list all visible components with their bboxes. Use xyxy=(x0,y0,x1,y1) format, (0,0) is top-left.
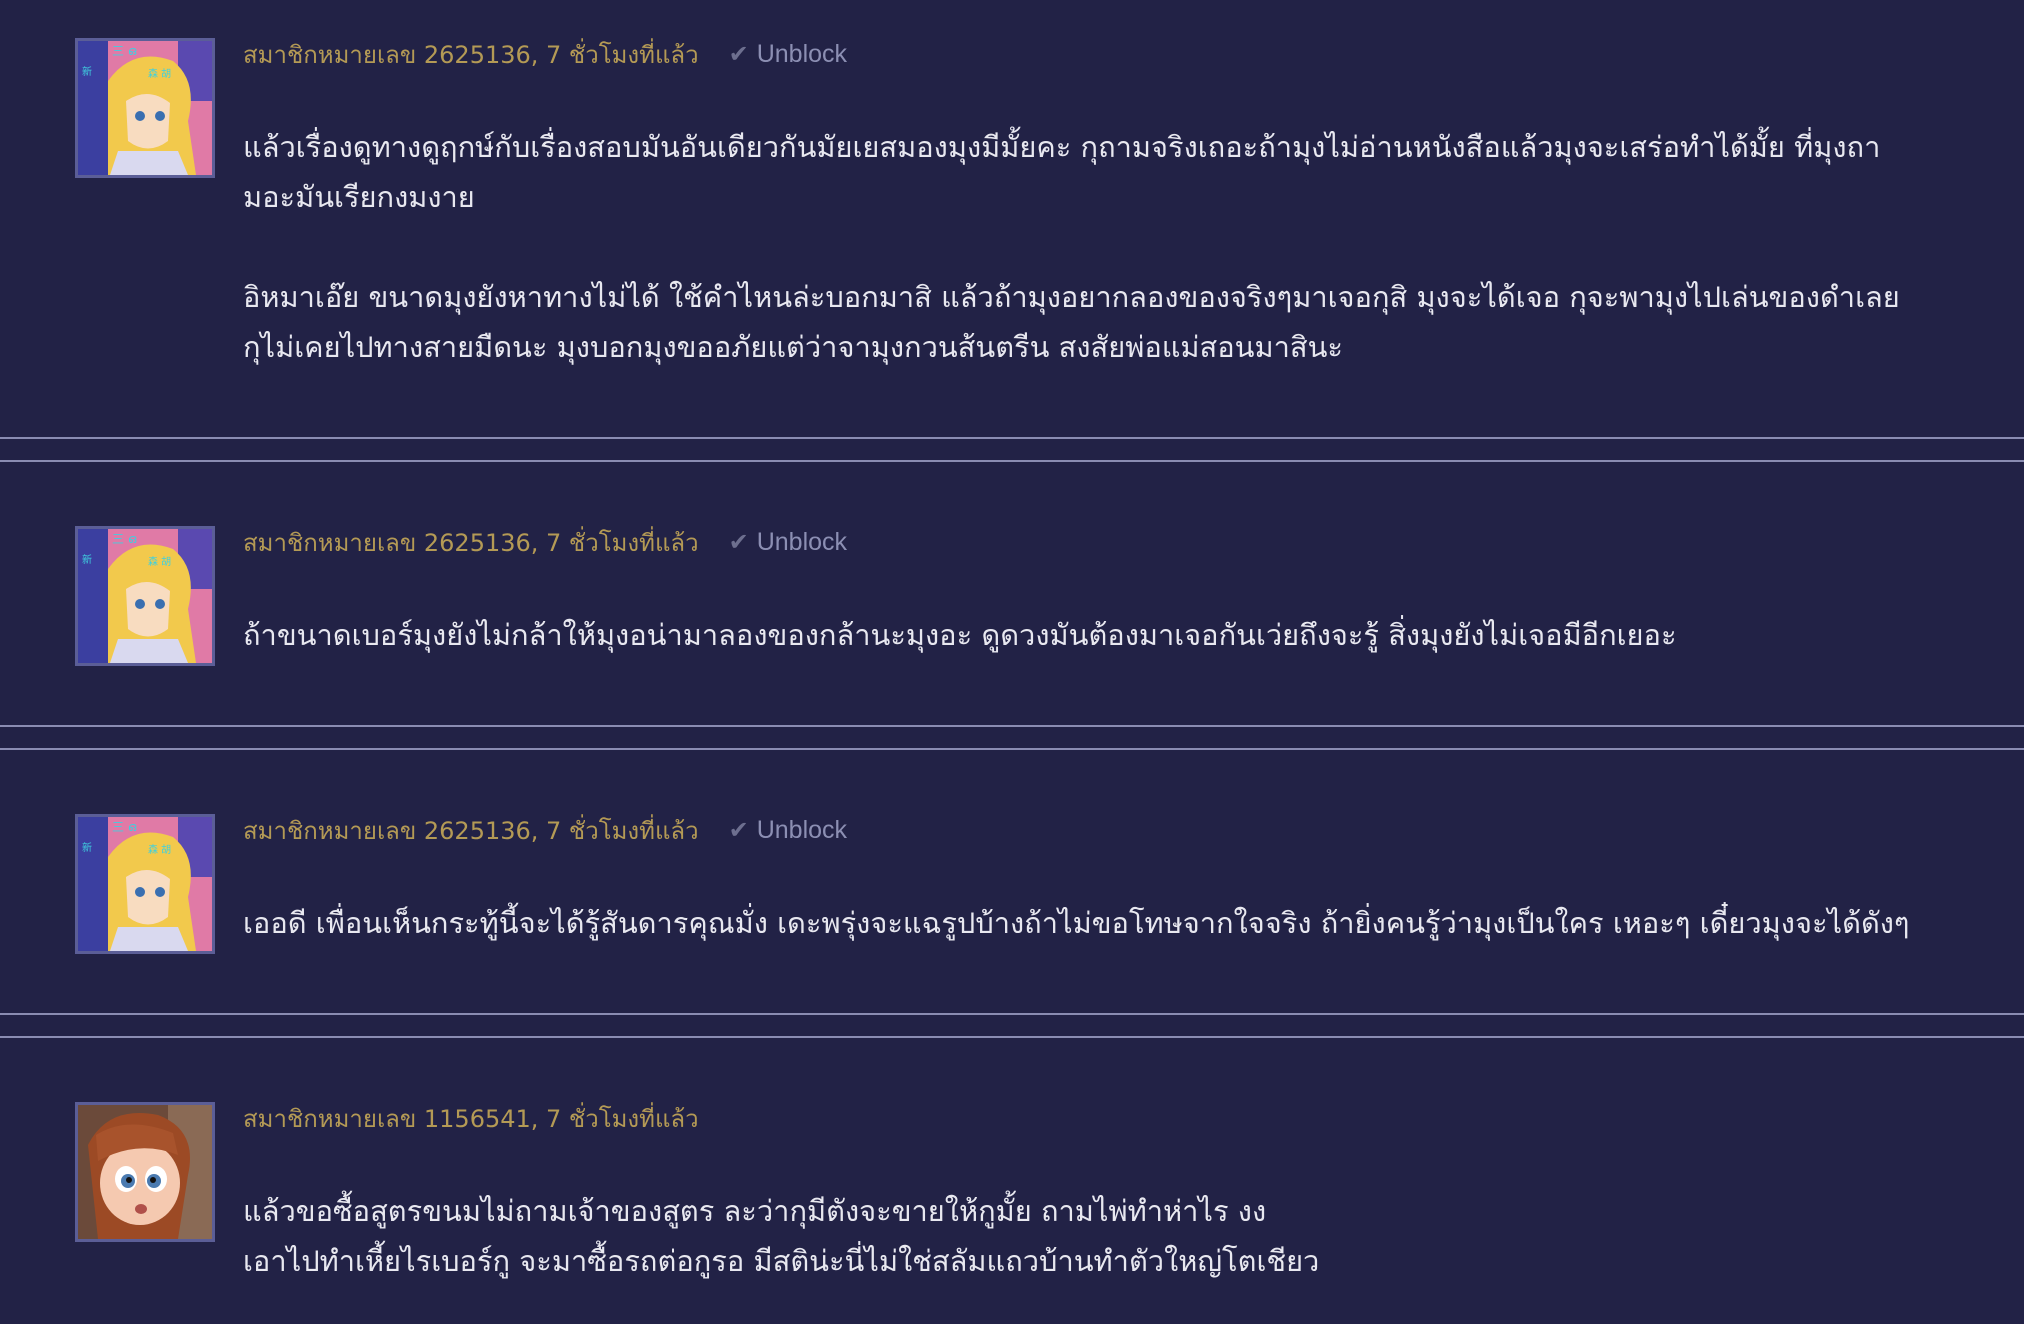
comment-meta: สมาชิกหมายเลข 2625136, 7 ชั่วโมงที่แล้ว … xyxy=(243,813,847,847)
anime-avatar-image: 三 ഒ 新 森 胡 xyxy=(78,817,212,951)
comment-line: เอาไปทำเหี้ยไรเบอร์กู จะมาซื้อรถต่อกูรอ … xyxy=(243,1244,1320,1278)
unblock-button[interactable]: ✔ Unblock xyxy=(729,40,847,69)
divider xyxy=(0,725,2024,727)
avatar[interactable]: 三 ഒ 新 森 胡 xyxy=(75,814,215,954)
avatar[interactable] xyxy=(75,1102,215,1242)
divider xyxy=(0,437,2024,439)
check-icon: ✔ xyxy=(728,528,749,556)
comment-author[interactable]: สมาชิกหมายเลข 2625136, 7 ชั่วโมงที่แล้ว xyxy=(243,811,699,850)
comment-line: มอะมันเรียกงมงาย xyxy=(243,180,475,214)
unblock-label: Unblock xyxy=(756,39,848,68)
comment-meta: สมาชิกหมายเลข 2625136, 7 ชั่วโมงที่แล้ว … xyxy=(243,525,847,559)
unblock-button[interactable]: ✔ Unblock xyxy=(729,816,847,845)
svg-text:森 胡: 森 胡 xyxy=(148,843,171,856)
comment-body: แล้วขอซื้อสูตรขนมไม่ถามเจ้าของสูตร ละว่า… xyxy=(243,1186,2003,1286)
comment-author[interactable]: สมาชิกหมายเลข 2625136, 7 ชั่วโมงที่แล้ว xyxy=(243,35,699,74)
unblock-label: Unblock xyxy=(756,527,848,556)
check-icon: ✔ xyxy=(728,816,749,844)
divider xyxy=(0,1013,2024,1015)
comment-meta: สมาชิกหมายเลข 2625136, 7 ชั่วโมงที่แล้ว … xyxy=(243,37,847,71)
divider xyxy=(0,748,2024,750)
svg-text:森 胡: 森 胡 xyxy=(148,555,171,568)
unblock-button[interactable]: ✔ Unblock xyxy=(729,528,847,557)
comment-line: แล้วเรื่องดูทางดูฤกษ์กับเรื่องสอบมันอันเ… xyxy=(243,130,1881,164)
comment-line: อิหมาเอ๊ย ขนาดมุงยังหาทางไม่ได้ ใช้คำไหน… xyxy=(243,280,1900,314)
comment-line: เออดี เพื่อนเห็นกระทู้นี้จะได้รู้สันดารค… xyxy=(243,906,1910,940)
anime-avatar-image: 三 ഒ 新 森 胡 xyxy=(78,529,212,663)
cartoon-girl-avatar-image xyxy=(78,1105,212,1239)
comment-body: เออดี เพื่อนเห็นกระทู้นี้จะได้รู้สันดารค… xyxy=(243,898,2003,948)
svg-text:森 胡: 森 胡 xyxy=(148,67,171,80)
svg-text:三 ഒ: 三 ഒ xyxy=(112,532,137,546)
anime-avatar-image: 三 ഒ 新 森 胡 xyxy=(78,41,212,175)
svg-text:三 ഒ: 三 ഒ xyxy=(112,820,137,834)
svg-text:新: 新 xyxy=(82,553,92,566)
divider xyxy=(0,460,2024,462)
unblock-label: Unblock xyxy=(756,815,848,844)
comment-author[interactable]: สมาชิกหมายเลข 2625136, 7 ชั่วโมงที่แล้ว xyxy=(243,523,699,562)
comment-line: ถ้าขนาดเบอร์มุงยังไม่กล้าให้มุงอน่ามาลอง… xyxy=(243,618,1677,652)
comment-meta: สมาชิกหมายเลข 1156541, 7 ชั่วโมงที่แล้ว xyxy=(243,1101,699,1135)
svg-text:新: 新 xyxy=(82,65,92,78)
divider xyxy=(0,1036,2024,1038)
comment-author[interactable]: สมาชิกหมายเลข 1156541, 7 ชั่วโมงที่แล้ว xyxy=(243,1099,699,1138)
comment-line: แล้วขอซื้อสูตรขนมไม่ถามเจ้าของสูตร ละว่า… xyxy=(243,1194,1267,1228)
svg-text:新: 新 xyxy=(82,841,92,854)
svg-text:三 ഒ: 三 ഒ xyxy=(112,44,137,58)
check-icon: ✔ xyxy=(728,40,749,68)
comment-line: กุไม่เคยไปทางสายมืดนะ มุงบอกมุงขออภัยแต่… xyxy=(243,330,1343,364)
comment-body: แล้วเรื่องดูทางดูฤกษ์กับเรื่องสอบมันอันเ… xyxy=(243,122,2003,372)
avatar[interactable]: 三 ഒ 新 森 胡 xyxy=(75,38,215,178)
comment-body: ถ้าขนาดเบอร์มุงยังไม่กล้าให้มุงอน่ามาลอง… xyxy=(243,610,2003,660)
avatar[interactable]: 三 ഒ 新 森 胡 xyxy=(75,526,215,666)
